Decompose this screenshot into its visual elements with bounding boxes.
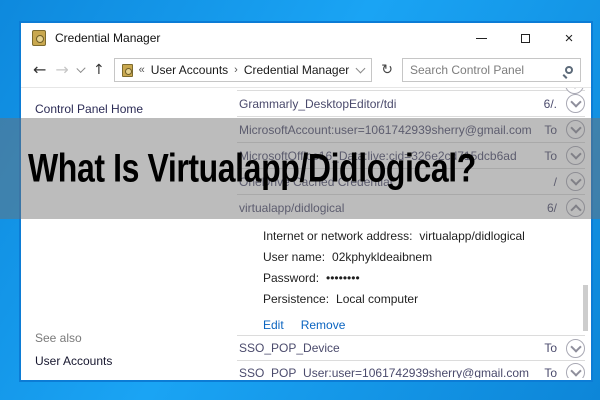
detail-username-label: User name: — [263, 250, 326, 264]
recent-pages-dropdown-icon[interactable] — [76, 63, 86, 73]
detail-username: User name: 02kphykldeaibnem — [263, 250, 585, 271]
sidebar-item-control-panel-home[interactable]: Control Panel Home — [35, 102, 143, 116]
detail-actions: Edit Remove — [263, 316, 585, 334]
detail-password: Password: •••••••• — [263, 271, 585, 292]
desktop: Credential Manager × ← → ↑ « User Accoun… — [0, 0, 600, 400]
credential-modified: To — [544, 365, 557, 379]
breadcrumb-credential-manager[interactable]: Credential Manager — [244, 63, 349, 77]
edit-link[interactable]: Edit — [263, 318, 284, 332]
address-dropdown-icon[interactable] — [355, 63, 366, 73]
detail-username-value: 02kphykldeaibnem — [332, 250, 433, 264]
title-bar[interactable]: Credential Manager × — [21, 23, 591, 53]
address-safe-icon — [121, 63, 133, 77]
detail-password-value: •••••••• — [326, 271, 360, 285]
search-icon — [565, 66, 573, 74]
credential-modified: 6/. — [543, 96, 557, 111]
close-button[interactable]: × — [547, 23, 591, 53]
chevron-down-icon[interactable] — [566, 363, 585, 378]
chevron-down-icon[interactable] — [566, 94, 585, 113]
maximize-icon — [520, 33, 530, 43]
search-input[interactable] — [410, 63, 565, 77]
credential-name: Grammarly_DesktopEditor/tdi — [239, 96, 397, 111]
credential-details-panel: Internet or network address: virtualapp/d… — [237, 220, 585, 335]
sidebar-item-user-accounts[interactable]: User Accounts — [35, 354, 112, 368]
refresh-button[interactable]: ↻ — [381, 62, 393, 78]
credential-name: SSO_POP_User:user=1061742939sherry@gmail… — [239, 365, 529, 379]
breadcrumb-user-accounts[interactable]: User Accounts — [151, 63, 228, 77]
credential-row-sso-pop-device[interactable]: SSO_POP_Device To — [237, 335, 585, 360]
up-button[interactable]: ↑ — [93, 63, 105, 77]
detail-persistence-label: Persistence: — [263, 292, 330, 306]
back-button[interactable]: ← — [33, 62, 46, 78]
detail-address-value: virtualapp/didlogical — [419, 229, 525, 243]
address-bar[interactable]: « User Accounts › Credential Manager — [113, 58, 373, 82]
caption-overlay-band: What Is Virtualapp/Didlogical? — [0, 118, 600, 219]
detail-address-label: Internet or network address: — [263, 229, 413, 243]
minimize-button[interactable] — [459, 23, 503, 53]
detail-persistence: Persistence: Local computer — [263, 292, 585, 313]
detail-address: Internet or network address: virtualapp/d… — [263, 229, 585, 250]
close-icon: × — [564, 29, 574, 47]
credential-row-grammarly[interactable]: Grammarly_DesktopEditor/tdi 6/. — [237, 90, 585, 116]
maximize-button[interactable] — [503, 23, 547, 53]
minimize-icon — [475, 37, 487, 39]
breadcrumb-prefix: « — [138, 64, 145, 76]
breadcrumb-separator: › — [234, 64, 238, 76]
navigation-toolbar: ← → ↑ « User Accounts › Credential Manag… — [21, 53, 591, 88]
forward-button[interactable]: → — [55, 62, 68, 78]
search-box[interactable] — [402, 58, 581, 82]
window-title: Credential Manager — [55, 31, 161, 45]
detail-persistence-value: Local computer — [336, 292, 419, 306]
credential-modified: To — [544, 341, 557, 355]
caption-title: What Is Virtualapp/Didlogical? — [28, 146, 476, 190]
credential-row-sso-pop-user[interactable]: SSO_POP_User:user=1061742939sherry@gmail… — [237, 360, 585, 378]
window-controls: × — [459, 23, 591, 53]
chevron-down-icon[interactable] — [566, 338, 585, 358]
vertical-scrollbar[interactable] — [583, 285, 588, 331]
credential-manager-safe-icon — [32, 30, 46, 46]
see-also-label: See also — [35, 331, 82, 345]
credential-name: SSO_POP_Device — [239, 341, 340, 355]
detail-password-label: Password: — [263, 271, 320, 285]
remove-link[interactable]: Remove — [301, 318, 346, 332]
